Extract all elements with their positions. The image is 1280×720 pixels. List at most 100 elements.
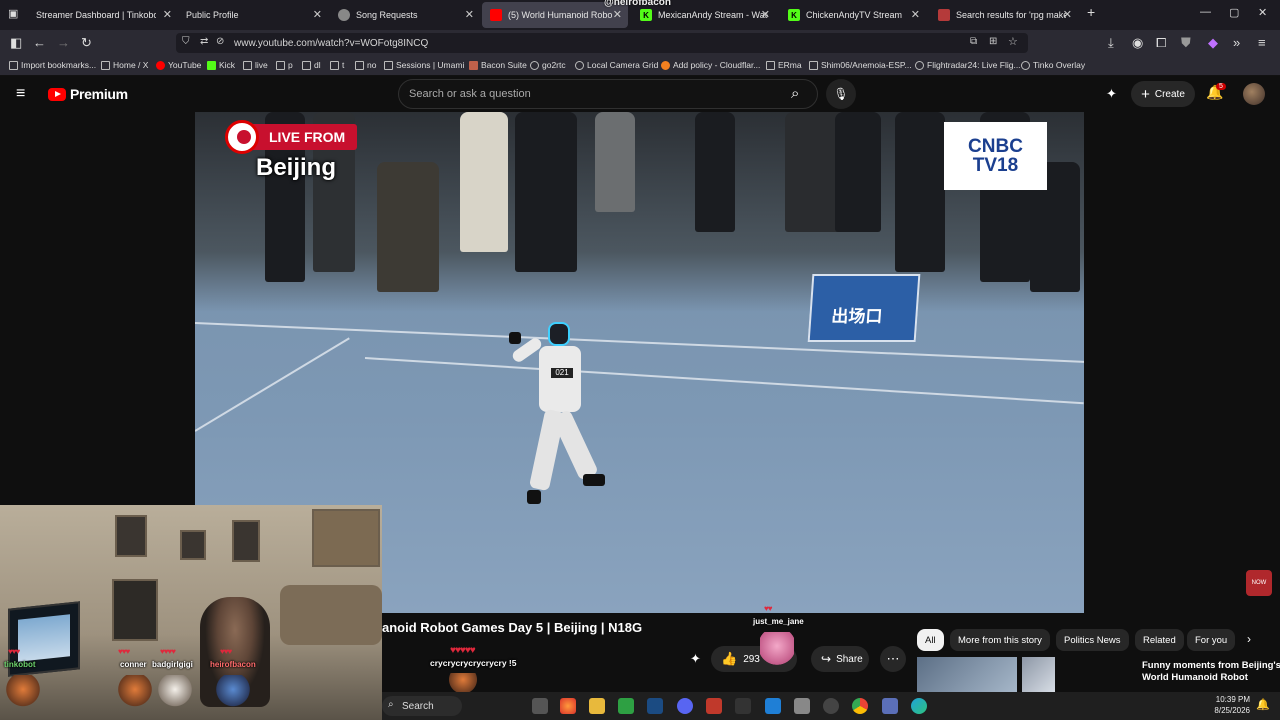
close-icon[interactable]: ✕ xyxy=(163,8,172,21)
avatar[interactable] xyxy=(1243,83,1265,105)
bookmark-erma[interactable]: ERma xyxy=(766,60,802,70)
share-button[interactable]: ↪ Share xyxy=(811,646,869,672)
save-page-icon[interactable]: ⊞ xyxy=(989,36,997,47)
new-tab-icon[interactable]: + xyxy=(1087,4,1095,20)
bookmark-folder-no[interactable]: no xyxy=(355,60,376,70)
tab-rpg-maker-search[interactable]: Search results for 'rpg maker' - ✕ xyxy=(930,2,1078,28)
reload-icon[interactable]: ↻ xyxy=(81,35,92,51)
app-icon[interactable] xyxy=(794,698,810,714)
steam-icon[interactable] xyxy=(647,698,663,714)
bookmark-folder-live[interactable]: live xyxy=(243,60,268,70)
bookmark-tinko-overlay[interactable]: Tinko Overlay xyxy=(1021,60,1085,70)
bookmark-star-icon[interactable]: ☆ xyxy=(1008,35,1018,48)
exit-sign: 出场口 xyxy=(807,274,921,342)
permissions-icon[interactable]: ⇄ xyxy=(200,36,208,47)
account-icon[interactable]: ◉ xyxy=(1132,35,1143,51)
chatter-name: tinkobot xyxy=(4,660,36,669)
search-icon[interactable]: ⌕ xyxy=(791,85,799,102)
task-view-icon[interactable] xyxy=(532,698,548,714)
obs-icon[interactable] xyxy=(823,698,839,714)
search-input[interactable]: Search or ask a question ⌕ xyxy=(398,79,818,109)
chrome-icon[interactable] xyxy=(852,698,868,714)
bookmark-flightradar[interactable]: Flightradar24: Live Flig... xyxy=(915,60,1021,70)
close-icon[interactable]: ✕ xyxy=(761,8,770,21)
bookmark-import[interactable]: Import bookmarks... xyxy=(9,60,96,70)
related-video-item[interactable]: Funny moments from Beijing's World Human… xyxy=(917,657,1280,693)
clock-date: 8/25/2026 xyxy=(1214,706,1250,715)
gemini-icon[interactable]: ✦ xyxy=(1106,86,1117,102)
minimize-icon[interactable]: — xyxy=(1200,6,1211,18)
bookmark-folder-dl[interactable]: dl xyxy=(302,60,321,70)
edge-icon[interactable] xyxy=(911,698,927,714)
maximize-icon[interactable]: ▢ xyxy=(1229,6,1239,19)
window-close-icon[interactable]: ✕ xyxy=(1258,6,1267,19)
pip-icon[interactable]: ⧉ xyxy=(970,36,977,47)
chip-politics-news[interactable]: Politics News xyxy=(1056,629,1129,651)
firefox-icon[interactable] xyxy=(560,698,576,714)
app-icon[interactable] xyxy=(882,698,898,714)
related-thumbnail[interactable] xyxy=(917,657,1017,693)
bookmark-folder-t[interactable]: t xyxy=(330,60,344,70)
url-text[interactable]: www.youtube.com/watch?v=WOFotg8INCQ xyxy=(234,38,428,49)
tab-overview-icon[interactable]: ▣ xyxy=(8,7,18,20)
app-icon[interactable] xyxy=(706,698,722,714)
hamburger-menu-icon[interactable]: ≡ xyxy=(16,85,25,103)
tracking-icon[interactable]: ⊘ xyxy=(216,36,224,47)
bookmark-anemoia[interactable]: Shim06/Anemoia-ESP... xyxy=(809,60,912,70)
system-clock[interactable]: 10:39 PM 8/25/2026 xyxy=(1210,694,1250,716)
chip-related[interactable]: Related xyxy=(1135,629,1184,651)
sidebar-toggle-icon[interactable]: ◧ xyxy=(10,35,22,51)
discord-icon[interactable] xyxy=(677,698,693,714)
close-icon[interactable]: ✕ xyxy=(911,8,920,21)
more-actions-icon[interactable]: ⋯ xyxy=(880,646,906,672)
notification-center-icon[interactable]: 🔔 xyxy=(1256,698,1270,711)
tab-public-profile[interactable]: Public Profile ✕ xyxy=(178,2,328,28)
forward-icon[interactable]: → xyxy=(57,35,70,50)
tab-chickenandytv[interactable]: K ChickenAndyTV Stream - W ✕ xyxy=(780,2,926,28)
menu-icon[interactable]: ≡ xyxy=(1258,35,1266,50)
youtube-premium-logo[interactable]: Premium xyxy=(48,86,128,102)
close-icon[interactable]: ✕ xyxy=(313,8,322,21)
chatter-sprite xyxy=(158,675,192,711)
address-bar[interactable]: ⛉ ⇄ ⊘ www.youtube.com/watch?v=WOFotg8INC… xyxy=(176,33,1028,53)
overflow-chevron-icon[interactable]: » xyxy=(1233,35,1240,50)
bookmark-umami[interactable]: Sessions | Umami xyxy=(384,60,464,70)
chip-all[interactable]: All xyxy=(917,629,944,651)
bookmark-folder-p[interactable]: p xyxy=(276,60,293,70)
xbox-icon[interactable] xyxy=(618,698,634,714)
related-thumbnail[interactable] xyxy=(1022,657,1055,693)
close-icon[interactable]: ✕ xyxy=(1063,8,1072,21)
ublock-icon[interactable]: ⛊ xyxy=(1181,35,1191,51)
extension-icon[interactable]: ◆ xyxy=(1208,35,1218,51)
taskbar-search[interactable]: ⌕ Search xyxy=(382,696,462,716)
create-button[interactable]: + Create xyxy=(1131,81,1195,107)
tab-song-requests[interactable]: Song Requests ✕ xyxy=(330,2,480,28)
folder-icon xyxy=(243,60,252,70)
download-icon[interactable]: ⤓ xyxy=(1108,35,1114,51)
bookmark-bacon-suite[interactable]: Bacon Suite xyxy=(469,60,527,70)
mic-icon[interactable]: 🎙 xyxy=(826,79,856,109)
file-explorer-icon[interactable] xyxy=(589,698,605,714)
tab-streamer-dashboard[interactable]: Streamer Dashboard | Tinkobot ✕ xyxy=(28,2,178,28)
bookmark-go2rtc[interactable]: go2rtc xyxy=(530,60,566,70)
vscode-icon[interactable] xyxy=(765,698,781,714)
related-video-title[interactable]: Funny moments from Beijing's World Human… xyxy=(1142,660,1280,684)
github-icon xyxy=(809,60,818,70)
create-label: Create xyxy=(1154,88,1185,100)
bookmark-kick[interactable]: Kick xyxy=(207,60,235,70)
extensions-icon[interactable]: ⧠ xyxy=(1156,35,1166,51)
bookmark-cloudflare[interactable]: Add policy - Cloudflar... xyxy=(661,60,760,70)
back-icon[interactable]: ← xyxy=(33,35,46,50)
bookmark-camera-grid[interactable]: Local Camera Grid xyxy=(575,60,658,70)
close-icon[interactable]: ✕ xyxy=(465,8,474,21)
bookmark-youtube[interactable]: YouTube xyxy=(156,60,201,70)
chip-more-from-story[interactable]: More from this story xyxy=(950,629,1050,651)
ask-gemini-icon[interactable]: ✦ xyxy=(690,651,701,667)
shield-icon[interactable]: ⛉ xyxy=(182,36,190,47)
bookmark-home-x[interactable]: Home / X xyxy=(101,60,148,70)
bacon-icon xyxy=(469,60,478,70)
close-icon[interactable]: ✕ xyxy=(613,8,622,21)
terminal-icon[interactable] xyxy=(735,698,751,714)
chevron-right-icon[interactable]: › xyxy=(1247,632,1251,646)
chip-for-you[interactable]: For you xyxy=(1187,629,1236,651)
